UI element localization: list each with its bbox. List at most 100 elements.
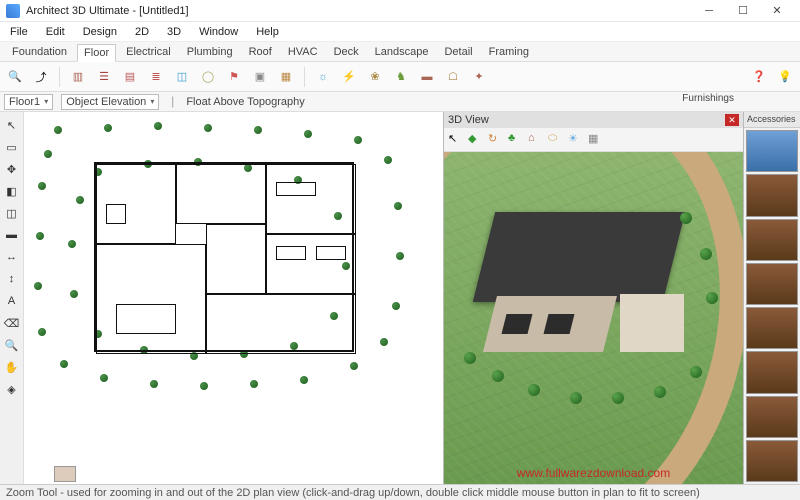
fence-icon[interactable]: ▥ — [67, 66, 89, 88]
curtain-icon[interactable]: ▤ — [119, 66, 141, 88]
accessory-thumb[interactable] — [746, 219, 798, 261]
tab-plumbing[interactable]: Plumbing — [181, 44, 239, 60]
team-icon[interactable]: ⚑ — [223, 66, 245, 88]
pointer-icon[interactable]: ⤴ — [30, 66, 52, 88]
accessories-header[interactable]: Accessories — [744, 112, 800, 128]
topo-label: Float Above Topography — [186, 96, 304, 108]
accessory-thumb[interactable] — [746, 440, 798, 482]
help-icon[interactable]: ❓ — [748, 66, 770, 88]
workarea: ↖ ▭ ✥ ◧ ◫ ▬ ↔ ↕ A ⌫ 🔍 ✋ ◈ — [0, 112, 800, 484]
box-icon[interactable]: ▦ — [275, 66, 297, 88]
plate-icon[interactable]: ◯ — [197, 66, 219, 88]
maximize-button[interactable]: ☐ — [726, 1, 760, 21]
floor-plan[interactable] — [94, 162, 354, 352]
zoom-in-icon[interactable]: 🔍 — [4, 66, 26, 88]
bolt-icon[interactable]: ⚡ — [338, 66, 360, 88]
minimize-button[interactable]: ─ — [692, 1, 726, 21]
p3d-house-icon[interactable]: ⌂ — [528, 132, 544, 148]
tips-icon[interactable]: 💡 — [774, 66, 796, 88]
tab-framing[interactable]: Framing — [483, 44, 535, 60]
main-toolbar: 🔍 ⤴ ▥ ☰ ▤ ≣ ◫ ◯ ⚑ ▣ ▦ ☼ ⚡ ❀ ♞ ▬ ☖ ✦ ❓ 💡 — [0, 62, 800, 92]
accessories-panel: Accessories — [744, 112, 800, 484]
menu-file[interactable]: File — [6, 24, 32, 40]
watermark-text: www.fullwarezdownload.com — [517, 466, 670, 480]
tab-landscape[interactable]: Landscape — [369, 44, 435, 60]
p3d-view-icon[interactable]: ◆ — [468, 132, 484, 148]
menu-edit[interactable]: Edit — [42, 24, 69, 40]
scene-3d[interactable]: www.fullwarezdownload.com — [444, 152, 743, 484]
furnishings-label[interactable]: Furnishings — [678, 92, 738, 105]
select-tool-icon[interactable]: ▭ — [3, 138, 21, 156]
callout-tool-icon[interactable]: ◈ — [3, 380, 21, 398]
accessories-thumbs[interactable] — [744, 128, 800, 484]
close-button[interactable]: ✕ — [760, 1, 794, 21]
pan-tool-icon[interactable]: ✋ — [3, 358, 21, 376]
accessory-thumb[interactable] — [746, 351, 798, 393]
accessory-thumb[interactable] — [746, 263, 798, 305]
p3d-light-icon[interactable]: ☀ — [568, 132, 584, 148]
bed-icon[interactable]: ☖ — [442, 66, 464, 88]
wall-3d — [483, 296, 617, 352]
accessory-thumb[interactable] — [746, 396, 798, 438]
accessory-thumb[interactable] — [746, 174, 798, 216]
ribbon-tabs: Foundation Floor Electrical Plumbing Roo… — [0, 42, 800, 62]
p3d-tree-icon[interactable]: ♣ — [508, 132, 524, 148]
house-3d — [484, 212, 674, 362]
bay-window-3d — [620, 294, 684, 352]
tab-hvac[interactable]: HVAC — [282, 44, 324, 60]
tab-detail[interactable]: Detail — [438, 44, 478, 60]
door-tool-icon[interactable]: ◧ — [3, 182, 21, 200]
material-thumbnail[interactable] — [54, 466, 76, 482]
window-icon[interactable]: ◫ — [171, 66, 193, 88]
menu-design[interactable]: Design — [79, 24, 121, 40]
status-text: Zoom Tool - used for zooming in and out … — [6, 487, 700, 499]
chair-icon[interactable]: ♞ — [390, 66, 412, 88]
pointer-tool-icon[interactable]: ↖ — [3, 116, 21, 134]
dimension-tool-icon[interactable]: ↕ — [3, 270, 21, 288]
measure-tool-icon[interactable]: ↔ — [3, 248, 21, 266]
left-toolbar: ↖ ▭ ✥ ◧ ◫ ▬ ↔ ↕ A ⌫ 🔍 ✋ ◈ — [0, 112, 24, 484]
menu-window[interactable]: Window — [195, 24, 242, 40]
erase-tool-icon[interactable]: ⌫ — [3, 314, 21, 332]
sep-icon: ｜ — [167, 94, 178, 110]
tab-roof[interactable]: Roof — [243, 44, 278, 60]
p3d-path-icon[interactable]: ⬭ — [548, 132, 564, 148]
p3d-orbit-icon[interactable]: ↻ — [488, 132, 504, 148]
text-tool-icon[interactable]: A — [3, 292, 21, 310]
tab-foundation[interactable]: Foundation — [6, 44, 73, 60]
move-tool-icon[interactable]: ✥ — [3, 160, 21, 178]
menu-2d[interactable]: 2D — [131, 24, 153, 40]
window-tool-icon[interactable]: ◫ — [3, 204, 21, 222]
view-3d-header[interactable]: 3D View ✕ — [444, 112, 743, 128]
wall-tool-icon[interactable]: ▬ — [3, 226, 21, 244]
tab-deck[interactable]: Deck — [328, 44, 365, 60]
plant-icon[interactable]: ❀ — [364, 66, 386, 88]
tab-electrical[interactable]: Electrical — [120, 44, 177, 60]
stairs-icon[interactable]: ≣ — [145, 66, 167, 88]
statusbar: Zoom Tool - used for zooming in and out … — [0, 484, 800, 500]
view-3d-toolbar: ↖ ◆ ↻ ♣ ⌂ ⬭ ☀ ▦ — [444, 128, 743, 152]
view-3d-pane: 3D View ✕ ↖ ◆ ↻ ♣ ⌂ ⬭ ☀ ▦ — [444, 112, 744, 484]
floor-selector[interactable]: Floor1 — [4, 94, 53, 110]
window-title: Architect 3D Ultimate - [Untitled1] — [26, 5, 692, 17]
accessory-thumb[interactable] — [746, 130, 798, 172]
menu-3d[interactable]: 3D — [163, 24, 185, 40]
view-3d-title: 3D View — [448, 114, 489, 126]
table-icon[interactable]: ▬ — [416, 66, 438, 88]
cube-icon[interactable]: ▣ — [249, 66, 271, 88]
plan-2d-view[interactable] — [24, 112, 444, 484]
menu-help[interactable]: Help — [252, 24, 283, 40]
view-3d-close-icon[interactable]: ✕ — [725, 114, 739, 126]
roof-3d — [473, 212, 685, 302]
p3d-pointer-icon[interactable]: ↖ — [448, 132, 464, 148]
tab-floor[interactable]: Floor — [77, 44, 116, 62]
menubar: File Edit Design 2D 3D Window Help — [0, 22, 800, 42]
mode-selector[interactable]: Object Elevation — [61, 94, 159, 110]
light-icon[interactable]: ✦ — [468, 66, 490, 88]
accessory-thumb[interactable] — [746, 307, 798, 349]
p3d-render-icon[interactable]: ▦ — [588, 132, 604, 148]
titlebar: Architect 3D Ultimate - [Untitled1] ─ ☐ … — [0, 0, 800, 22]
lamp-icon[interactable]: ☼ — [312, 66, 334, 88]
zoom-tool-icon[interactable]: 🔍 — [3, 336, 21, 354]
bookshelf-icon[interactable]: ☰ — [93, 66, 115, 88]
